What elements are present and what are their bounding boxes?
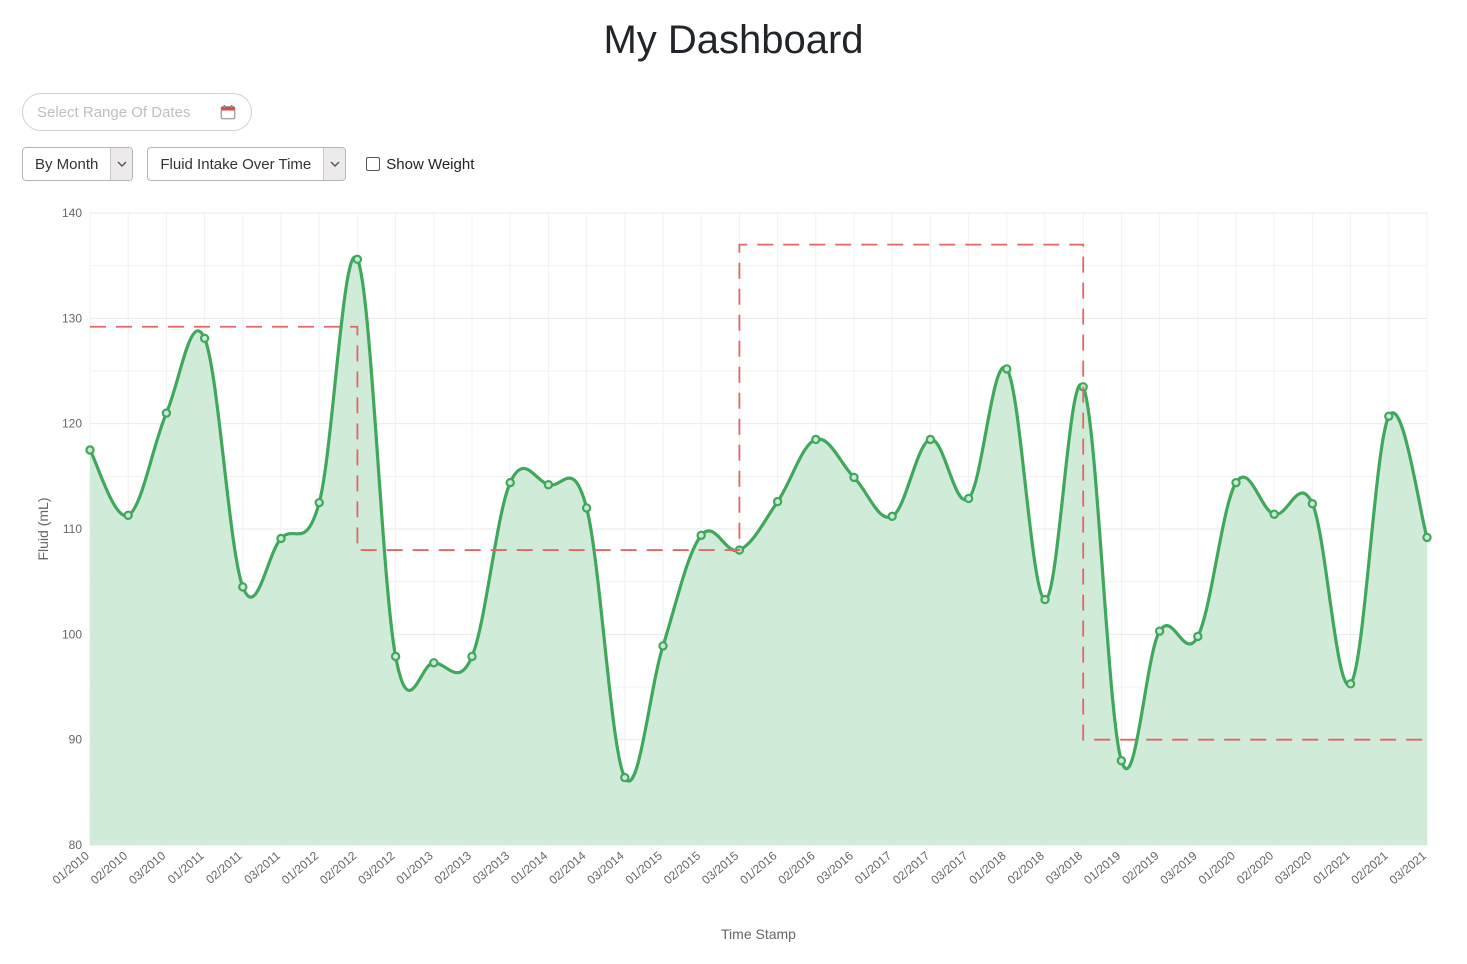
x-tick-label: 03/2016	[814, 848, 856, 887]
data-point	[1156, 628, 1163, 635]
data-point	[1309, 500, 1316, 507]
x-tick-label: 02/2017	[890, 848, 932, 887]
data-point	[965, 495, 972, 502]
x-tick-label: 01/2020	[1196, 848, 1238, 887]
svg-text:140: 140	[62, 206, 82, 220]
data-point	[1271, 511, 1278, 518]
data-point	[621, 774, 628, 781]
svg-text:110: 110	[63, 522, 82, 536]
data-point	[392, 653, 399, 660]
x-tick-label: 01/2017	[852, 848, 894, 887]
data-point	[1194, 633, 1201, 640]
data-point	[1232, 479, 1239, 486]
checkbox-label: Show Weight	[386, 156, 474, 173]
x-tick-label: 01/2010	[50, 848, 92, 887]
x-tick-label: 01/2013	[393, 848, 435, 887]
x-tick-label: 02/2016	[775, 848, 817, 887]
data-point	[1423, 534, 1430, 541]
chevron-down-icon	[110, 148, 132, 180]
data-point	[889, 513, 896, 520]
x-tick-label: 01/2019	[1081, 848, 1123, 887]
x-tick-label: 01/2011	[165, 848, 207, 886]
data-point	[1118, 757, 1125, 764]
x-tick-label: 01/2016	[737, 848, 779, 887]
chevron-down-icon	[323, 148, 345, 180]
x-tick-label: 01/2015	[623, 848, 665, 887]
x-tick-label: 02/2020	[1234, 848, 1276, 887]
y-axis-title: Fluid (mL)	[35, 497, 51, 560]
data-point	[927, 436, 934, 443]
x-tick-label: 03/2014	[584, 848, 626, 887]
data-point	[1041, 596, 1048, 603]
metric-select-label: Fluid Intake Over Time	[148, 156, 323, 173]
x-tick-label: 03/2018	[1043, 848, 1085, 887]
data-point	[659, 642, 666, 649]
x-tick-label: 03/2020	[1272, 848, 1314, 887]
chart: 809010011012013014001/201002/201003/2010…	[30, 205, 1437, 945]
x-tick-label: 02/2010	[88, 848, 130, 887]
data-point	[1385, 413, 1392, 420]
data-point	[583, 504, 590, 511]
x-tick-label: 03/2011	[241, 848, 283, 886]
x-tick-label: 01/2021	[1310, 848, 1352, 887]
x-tick-label: 02/2014	[546, 848, 588, 887]
x-axis-title: Time Stamp	[721, 926, 796, 942]
x-tick-label: 02/2011	[203, 848, 245, 886]
x-tick-label: 03/2015	[699, 848, 741, 887]
data-point	[239, 583, 246, 590]
svg-text:100: 100	[62, 627, 82, 641]
data-point	[698, 532, 705, 539]
data-point	[354, 256, 361, 263]
data-point	[201, 335, 208, 342]
data-point	[163, 410, 170, 417]
x-tick-label: 02/2013	[432, 848, 474, 887]
x-tick-label: 01/2018	[966, 848, 1008, 887]
checkbox-box	[366, 157, 380, 171]
x-tick-label: 01/2012	[279, 848, 321, 887]
date-range-placeholder: Select Range Of Dates	[37, 104, 190, 121]
metric-select[interactable]: Fluid Intake Over Time	[147, 147, 346, 181]
data-point	[545, 481, 552, 488]
data-point	[86, 446, 93, 453]
date-range-input[interactable]: Select Range Of Dates	[22, 93, 252, 131]
x-tick-label: 02/2019	[1119, 848, 1161, 887]
data-point	[125, 512, 132, 519]
data-point	[277, 535, 284, 542]
data-point	[850, 474, 857, 481]
data-point	[774, 498, 781, 505]
x-tick-label: 02/2018	[1005, 848, 1047, 887]
page-title: My Dashboard	[0, 18, 1467, 63]
data-point	[316, 499, 323, 506]
x-tick-label: 02/2021	[1348, 848, 1390, 887]
data-point	[1347, 680, 1354, 687]
x-tick-label: 03/2017	[928, 848, 970, 887]
show-weight-checkbox[interactable]: Show Weight	[366, 156, 474, 173]
data-point	[507, 479, 514, 486]
svg-text:90: 90	[69, 733, 83, 747]
data-point	[468, 653, 475, 660]
x-tick-label: 03/2021	[1387, 848, 1429, 887]
data-point	[1003, 365, 1010, 372]
granularity-select[interactable]: By Month	[22, 147, 133, 181]
svg-text:130: 130	[62, 311, 82, 325]
data-point	[812, 436, 819, 443]
calendar-icon	[219, 103, 237, 121]
x-tick-label: 03/2013	[470, 848, 512, 887]
data-point	[430, 659, 437, 666]
granularity-select-label: By Month	[23, 156, 110, 173]
x-tick-label: 03/2012	[355, 848, 397, 887]
svg-text:120: 120	[62, 417, 82, 431]
x-tick-label: 01/2014	[508, 848, 550, 887]
x-tick-label: 03/2010	[126, 848, 168, 887]
x-tick-label: 02/2015	[661, 848, 703, 887]
x-tick-label: 02/2012	[317, 848, 359, 887]
x-tick-label: 03/2019	[1157, 848, 1199, 887]
